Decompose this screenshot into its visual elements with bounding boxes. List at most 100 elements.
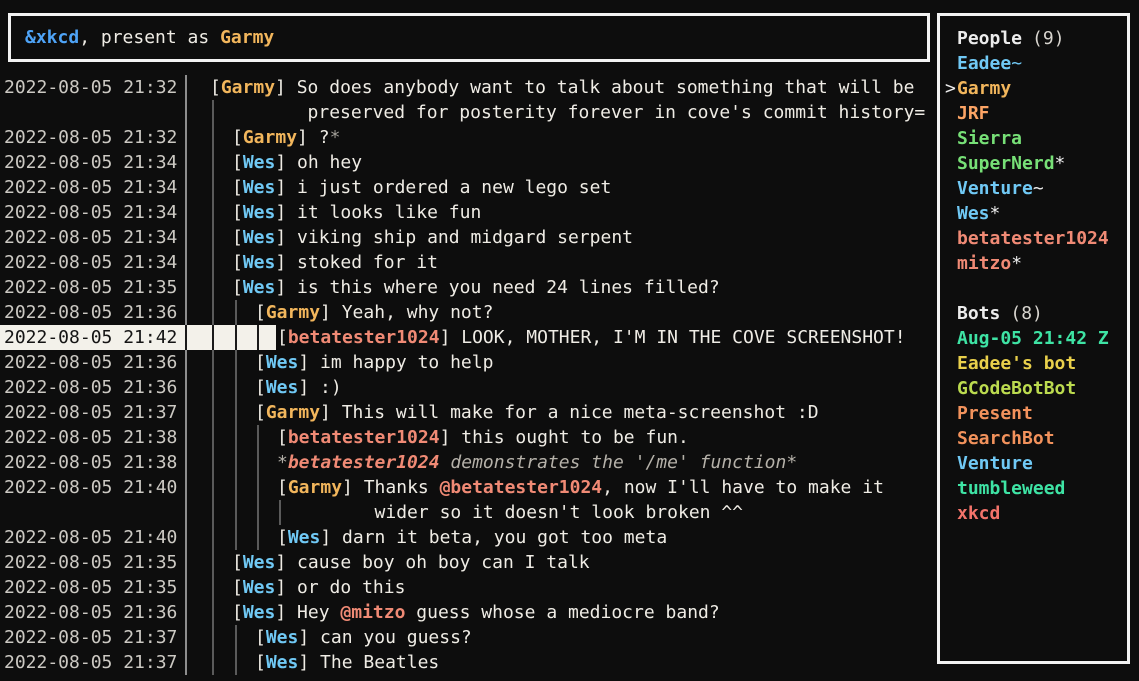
message-line: [Wes] can you guess? <box>187 625 472 650</box>
bots-list-item[interactable]: xkcd <box>940 501 1127 526</box>
people-list-item[interactable]: Wes* <box>940 201 1127 226</box>
nick: Wes <box>243 602 276 623</box>
chat-row[interactable]: 2022-08-05 21:42[betatester1024] LOOK, M… <box>0 325 937 350</box>
message-text: [ <box>255 377 266 398</box>
timestamp: 2022-08-05 21:40 <box>0 475 185 500</box>
message-text: preserved for posterity forever in cove'… <box>308 102 926 123</box>
message-line: preserved for posterity forever in cove'… <box>187 100 925 125</box>
chat-row[interactable]: 2022-08-05 21:34[Wes] it looks like fun <box>0 200 937 225</box>
people-list-item[interactable]: >Garmy <box>940 76 1127 101</box>
chat-row[interactable]: 2022-08-05 21:34[Wes] i just ordered a n… <box>0 175 937 200</box>
people-list-item[interactable]: Venture~ <box>940 176 1127 201</box>
nick: Wes <box>266 377 299 398</box>
chat-row-wrap[interactable]: wider so it doesn't look broken ^^ <box>0 500 937 525</box>
people-list-item[interactable]: betatester1024 <box>940 226 1127 251</box>
nick: Wes <box>288 527 321 548</box>
bots-list-item[interactable]: SearchBot <box>940 426 1127 451</box>
chat-row[interactable]: 2022-08-05 21:34[Wes] stoked for it <box>0 250 937 275</box>
bots-list-item[interactable]: Eadee's bot <box>940 351 1127 376</box>
message-text: [ <box>232 152 243 173</box>
roster-name: Aug-05 21:42 Z <box>957 326 1109 351</box>
chat-row[interactable]: 2022-08-05 21:36[Garmy] Yeah, why not? <box>0 300 937 325</box>
message-text: ] <box>275 152 297 173</box>
nick: betatester1024 <box>288 427 440 448</box>
roster-name: betatester1024 <box>957 226 1109 251</box>
bots-list: Aug-05 21:42 ZEadee's botGCodeBotBotPres… <box>940 326 1127 526</box>
nick: Garmy <box>243 127 297 148</box>
message-text: , now I'll have to make it <box>602 477 884 498</box>
nick: betatester1024 <box>288 452 440 473</box>
chat-row[interactable]: 2022-08-05 21:37[Garmy] This will make f… <box>0 400 937 425</box>
chat-row[interactable]: 2022-08-05 21:32[Garmy] ?* <box>0 125 937 150</box>
chat-row[interactable]: 2022-08-05 21:34[Wes] oh hey <box>0 150 937 175</box>
message-text: [ <box>277 527 288 548</box>
message-text: [ <box>210 77 221 98</box>
nick: Wes <box>243 227 276 248</box>
message-line: [Wes] :) <box>187 375 342 400</box>
roster-gap <box>940 276 1127 301</box>
chat-row[interactable]: 2022-08-05 21:38*betatester1024 demonstr… <box>0 450 937 475</box>
message-text: ] <box>342 477 364 498</box>
chat-row[interactable]: 2022-08-05 21:37[Wes] The Beatles <box>0 650 937 675</box>
chat-row[interactable]: 2022-08-05 21:35[Wes] or do this <box>0 575 937 600</box>
message-text: ] <box>275 252 297 273</box>
roster-name: Sierra <box>957 126 1022 151</box>
current-user-nick: Garmy <box>220 25 274 50</box>
chat-row[interactable]: 2022-08-05 21:40[Wes] darn it beta, you … <box>0 525 937 550</box>
chat-row[interactable]: 2022-08-05 21:35[Wes] cause boy oh boy c… <box>0 550 937 575</box>
chat-row[interactable]: 2022-08-05 21:38[betatester1024] this ou… <box>0 425 937 450</box>
message-text: wider so it doesn't look broken ^^ <box>375 502 743 523</box>
bots-section-title: Bots(8) <box>940 301 1127 326</box>
bots-list-item[interactable]: Venture <box>940 451 1127 476</box>
people-list-item[interactable]: mitzo* <box>940 251 1127 276</box>
message-text: [ <box>232 277 243 298</box>
chat-row[interactable]: 2022-08-05 21:40[Garmy] Thanks @betatest… <box>0 475 937 500</box>
message-line: [Wes] stoked for it <box>187 250 438 275</box>
status-suffix: * <box>990 201 1001 226</box>
bots-title-label: Bots <box>957 301 1000 326</box>
roster-name: Venture <box>957 451 1033 476</box>
message-text: this ought to be fun. <box>461 427 689 448</box>
nick: Wes <box>266 652 299 673</box>
message-text: ? <box>319 127 330 148</box>
message-text: can you guess? <box>320 627 472 648</box>
bots-list-item[interactable]: Present <box>940 401 1127 426</box>
message-line: [Wes] it looks like fun <box>187 200 481 225</box>
message-text: ] <box>275 77 297 98</box>
bots-list-item[interactable]: tumbleweed <box>940 476 1127 501</box>
people-list-item[interactable]: Eadee~ <box>940 51 1127 76</box>
message-text: guess whose a mediocre band? <box>405 602 719 623</box>
message-text: [ <box>255 402 266 423</box>
chat-row[interactable]: 2022-08-05 21:36[Wes] Hey @mitzo guess w… <box>0 600 937 625</box>
chat-row[interactable]: 2022-08-05 21:36[Wes] im happy to help <box>0 350 937 375</box>
nick: Garmy <box>221 77 275 98</box>
timestamp: 2022-08-05 21:34 <box>0 250 185 275</box>
action-text: demonstrates the '/me' function* <box>440 452 798 473</box>
chat-row[interactable]: 2022-08-05 21:37[Wes] can you guess? <box>0 625 937 650</box>
people-list-item[interactable]: Sierra <box>940 126 1127 151</box>
message-text: [ <box>277 427 288 448</box>
message-line: [Garmy] This will make for a nice meta-s… <box>187 400 819 425</box>
message-text: or do this <box>297 577 405 598</box>
message-text: ] <box>298 352 320 373</box>
chat-row[interactable]: 2022-08-05 21:34[Wes] viking ship and mi… <box>0 225 937 250</box>
people-list-item[interactable]: SuperNerd* <box>940 151 1127 176</box>
message-text: [ <box>277 477 288 498</box>
roster-name: GCodeBotBot <box>957 376 1076 401</box>
nick: Wes <box>243 177 276 198</box>
timestamp: 2022-08-05 21:35 <box>0 575 185 600</box>
chat-row-wrap[interactable]: preserved for posterity forever in cove'… <box>0 100 937 125</box>
chat-row[interactable]: 2022-08-05 21:35[Wes] is this where you … <box>0 275 937 300</box>
people-list-item[interactable]: JRF <box>940 101 1127 126</box>
timestamp: 2022-08-05 21:38 <box>0 425 185 450</box>
bots-list-item[interactable]: Aug-05 21:42 Z <box>940 326 1127 351</box>
message-line: [betatester1024] this ought to be fun. <box>187 425 689 450</box>
message-text: ] <box>320 527 342 548</box>
message-text: [ <box>232 602 243 623</box>
message-text: [ <box>232 127 243 148</box>
chat-row[interactable]: 2022-08-05 21:32[Garmy] So does anybody … <box>0 75 937 100</box>
nick: Garmy <box>266 302 320 323</box>
bots-list-item[interactable]: GCodeBotBot <box>940 376 1127 401</box>
chat-row[interactable]: 2022-08-05 21:36[Wes] :) <box>0 375 937 400</box>
roster-name: mitzo <box>957 251 1011 276</box>
